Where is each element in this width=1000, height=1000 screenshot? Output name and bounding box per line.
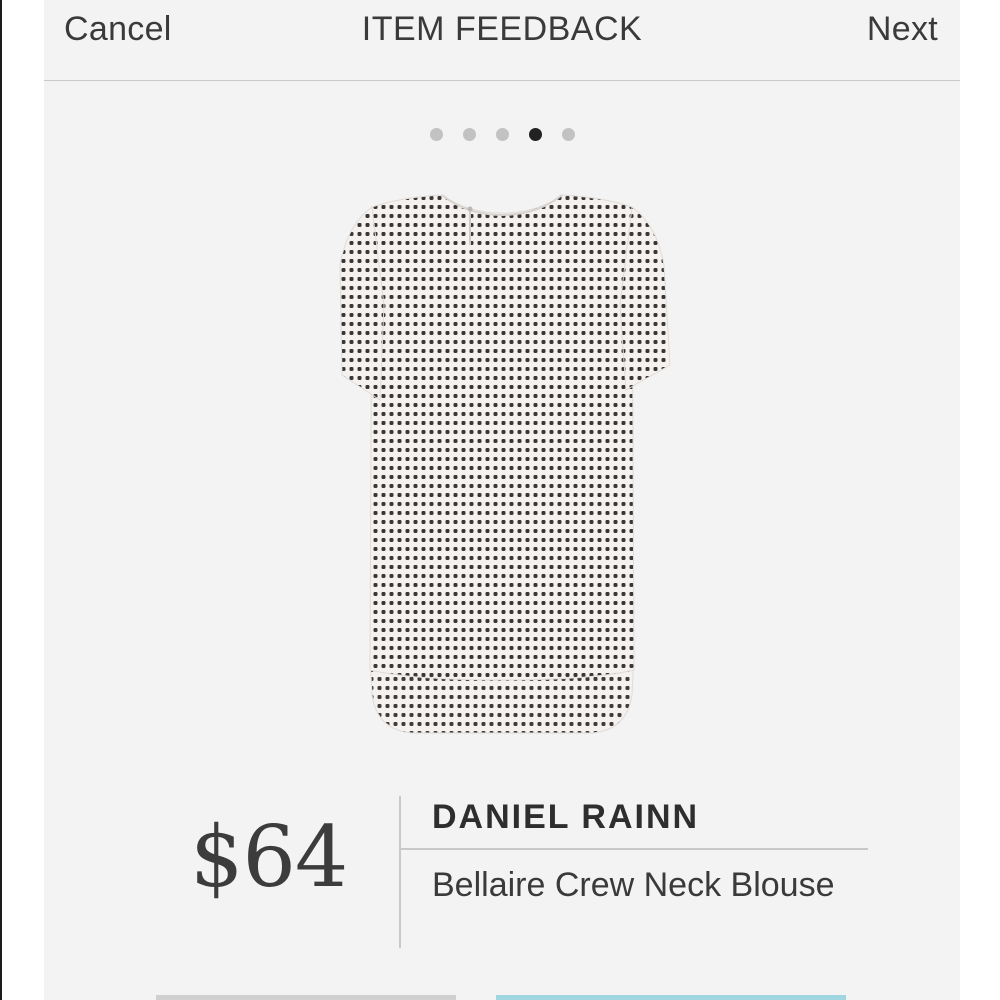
item-feedback-screen: Cancel ITEM FEEDBACK Next $64 DANIEL RAI…	[44, 0, 960, 1000]
item-price: $64	[190, 808, 348, 906]
item-name: Bellaire Crew Neck Blouse	[432, 866, 835, 904]
page-dot-4-active[interactable]	[528, 128, 542, 141]
page-dot-2[interactable]	[462, 128, 476, 141]
page-dot-1[interactable]	[429, 128, 443, 141]
screen-edge	[0, 0, 2, 1000]
page-dot-3[interactable]	[495, 128, 509, 141]
bottom-button-edge-right[interactable]	[496, 995, 846, 1000]
pagination-dots	[44, 128, 960, 141]
blouse-product-image	[339, 194, 671, 734]
horizontal-divider	[400, 848, 868, 850]
next-button[interactable]: Next	[867, 10, 938, 49]
vertical-divider	[399, 796, 401, 948]
brand-name: DANIEL RAINN	[432, 798, 700, 836]
page-title: ITEM FEEDBACK	[361, 10, 643, 48]
page-dot-5[interactable]	[561, 128, 575, 141]
bottom-button-edge-left[interactable]	[156, 995, 456, 1000]
top-nav-bar: Cancel ITEM FEEDBACK Next	[44, 0, 960, 81]
